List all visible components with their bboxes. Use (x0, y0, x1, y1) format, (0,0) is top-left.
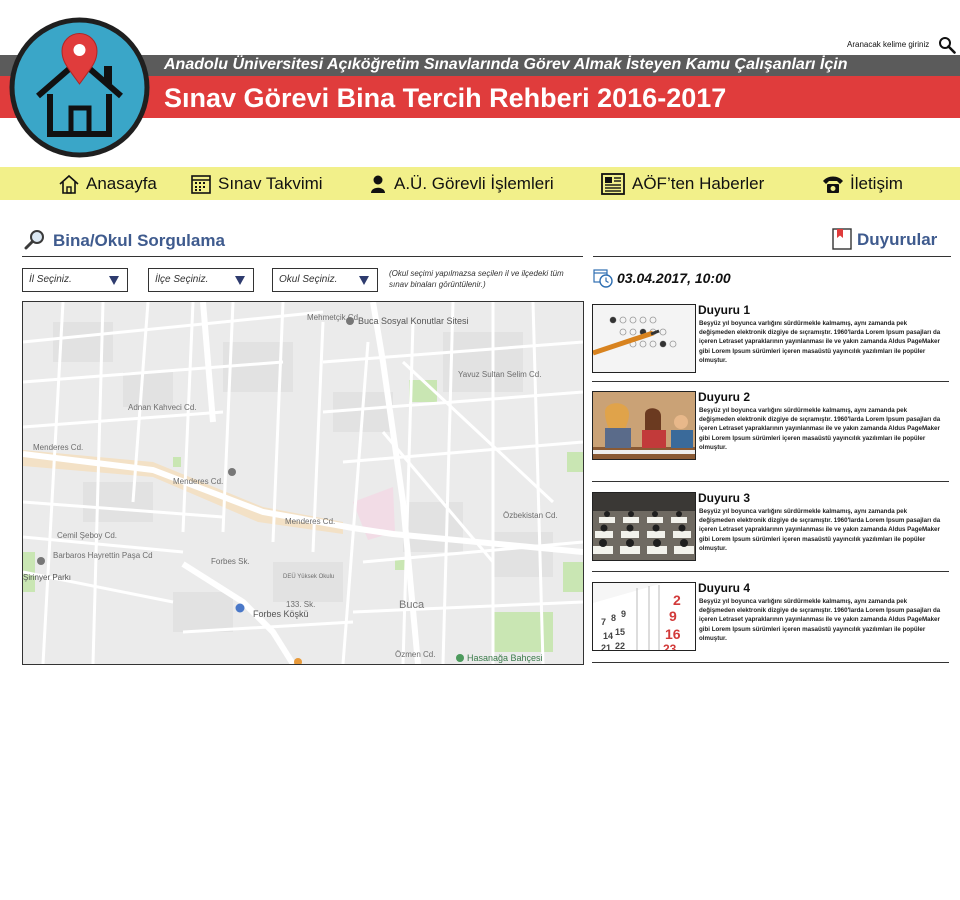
nav-item-contact[interactable]: İletişim (822, 167, 903, 200)
svg-text:9: 9 (621, 609, 626, 619)
map-place-deu: DEÜ Yüksek Okulu (283, 573, 334, 580)
search-icon[interactable] (938, 36, 956, 54)
svg-text:2: 2 (673, 592, 681, 608)
svg-text:15: 15 (615, 627, 625, 637)
announcement-title: Duyuru 4 (698, 581, 751, 595)
nav-item-exam-calendar[interactable]: Sınav Takvimi (190, 167, 323, 200)
map-marker (235, 603, 245, 613)
svg-text:16: 16 (665, 626, 681, 642)
map-street-menderes-east: Menderes Cd. (285, 517, 335, 526)
user-icon (371, 175, 385, 193)
school-select[interactable]: Okul Seçiniz. (272, 268, 378, 292)
nav-label-staff-operations: A.Ü. Görevli İşlemleri (394, 173, 554, 193)
map-street-133: 133. Sk. (286, 600, 315, 609)
map-street-ozmen: Özmen Cd. (395, 650, 435, 659)
nav-item-staff-operations[interactable]: A.Ü. Görevli İşlemleri (368, 167, 554, 200)
calendar-icon (191, 174, 211, 194)
svg-text:21: 21 (601, 643, 611, 651)
chevron-down-icon (109, 276, 119, 285)
map-street-forbes: Forbes Sk. (211, 557, 250, 566)
map-place-buca: Buca (399, 599, 425, 611)
announcements-date: 03.04.2017, 10:00 (617, 270, 731, 286)
announcements-divider (593, 256, 951, 257)
home-icon (59, 174, 79, 194)
query-section-divider (22, 256, 583, 257)
map-street-cemil: Cemil Şeboy Cd. (57, 531, 117, 540)
announcement-divider (592, 662, 949, 663)
nav-label-news: AÖF’ten Haberler (632, 173, 765, 193)
announcement-thumb-students (592, 391, 696, 460)
announcements-title: Duyurular (857, 230, 938, 249)
announcement-divider (592, 381, 949, 382)
map-marker (228, 468, 236, 476)
newspaper-icon (601, 172, 625, 195)
map-place-sirinyer: Şirinyer Parkı (23, 573, 71, 582)
map-street-yavuz: Yavuz Sultan Selim Cd. (458, 370, 541, 379)
magnifier-icon (24, 229, 46, 256)
house-pin-logo[interactable] (8, 16, 151, 159)
district-select[interactable]: İlçe Seçiniz. (148, 268, 254, 292)
nav-item-home[interactable]: Anasayfa (58, 167, 157, 200)
announcement-title: Duyuru 1 (698, 303, 751, 317)
search-hint[interactable]: Aranacak kelime giriniz (847, 40, 929, 49)
nav-label-home: Anasayfa (86, 173, 157, 193)
province-select[interactable]: İl Seçiniz. (22, 268, 128, 292)
school-select-note: (Okul seçimi yapılmazsa seçilen il ve il… (389, 269, 564, 289)
nav-label-contact: İletişim (850, 173, 903, 193)
calendar-clock-icon (593, 269, 613, 288)
announcement-thumb-exam-sheet (592, 304, 696, 373)
nav-label-exam-calendar: Sınav Takvimi (218, 173, 323, 193)
nav-item-news[interactable]: AÖF’ten Haberler (600, 167, 764, 200)
announcement-title: Duyuru 3 (698, 491, 751, 505)
bookmark-icon (832, 228, 852, 255)
announcement-title: Duyuru 2 (698, 390, 751, 404)
announcement-body: Beşyüz yıl boyunca varlığını sürdürmekle… (699, 508, 941, 552)
school-select-value: Okul Seçiniz. (279, 274, 338, 285)
main-nav: Anasayfa Sınav Takvimi A.Ü. Görevli İşle… (0, 167, 960, 200)
map-marker (346, 317, 354, 325)
map-place-buca-sosyal: Buca Sosyal Konutlar Sitesi (358, 316, 469, 326)
map-marker (37, 557, 45, 565)
announcement-body: Beşyüz yıl boyunca varlığını sürdürmekle… (699, 598, 941, 642)
chevron-down-icon (359, 276, 369, 285)
svg-text:8: 8 (611, 613, 616, 623)
map-marker (456, 654, 464, 662)
svg-text:9: 9 (669, 608, 677, 624)
chevron-down-icon (235, 276, 245, 285)
map-street-adnan: Adnan Kahveci Cd. (128, 403, 197, 412)
district-select-value: İlçe Seçiniz. (155, 274, 209, 285)
announcement-body: Beşyüz yıl boyunca varlığını sürdürmekle… (699, 320, 941, 364)
map-street-menderes-mid: Menderes Cd. (173, 477, 223, 486)
phone-icon (823, 176, 843, 193)
map-street-barbaros: Barbaros Hayrettin Paşa Cd (53, 551, 153, 560)
page-title: Sınav Görevi Bina Tercih Rehberi 2016-20… (164, 83, 727, 113)
province-select-value: İl Seçiniz. (29, 274, 72, 285)
map-place-hasanaga: Hasanağa Bahçesi (467, 653, 543, 663)
announcement-divider (592, 481, 949, 482)
announcements-date-row: 03.04.2017, 10:00 (593, 268, 731, 288)
map-street-menderes-west: Menderes Cd. (33, 443, 83, 452)
announcement-thumb-exam-hall (592, 492, 696, 561)
street-map[interactable]: Mehmetçik Cd. Buca Sosyal Konutlar Sites… (22, 301, 584, 665)
svg-text:7: 7 (601, 617, 606, 627)
svg-text:14: 14 (603, 631, 613, 641)
svg-text:22: 22 (615, 641, 625, 651)
header-subtitle: Anadolu Üniversitesi Açıköğretim Sınavla… (164, 56, 848, 73)
announcement-body: Beşyüz yıl boyunca varlığını sürdürmekle… (699, 407, 941, 451)
announcement-thumb-calendar: 7 8 9 14 15 21 22 2 9 16 23 (592, 582, 696, 651)
query-section-title: Bina/Okul Sorgulama (53, 231, 225, 250)
map-place-forbes: Forbes Köşkü (253, 609, 309, 619)
svg-text:23: 23 (663, 642, 677, 651)
map-street-ozbekistan: Özbekistan Cd. (503, 511, 558, 520)
announcement-divider (592, 571, 949, 572)
